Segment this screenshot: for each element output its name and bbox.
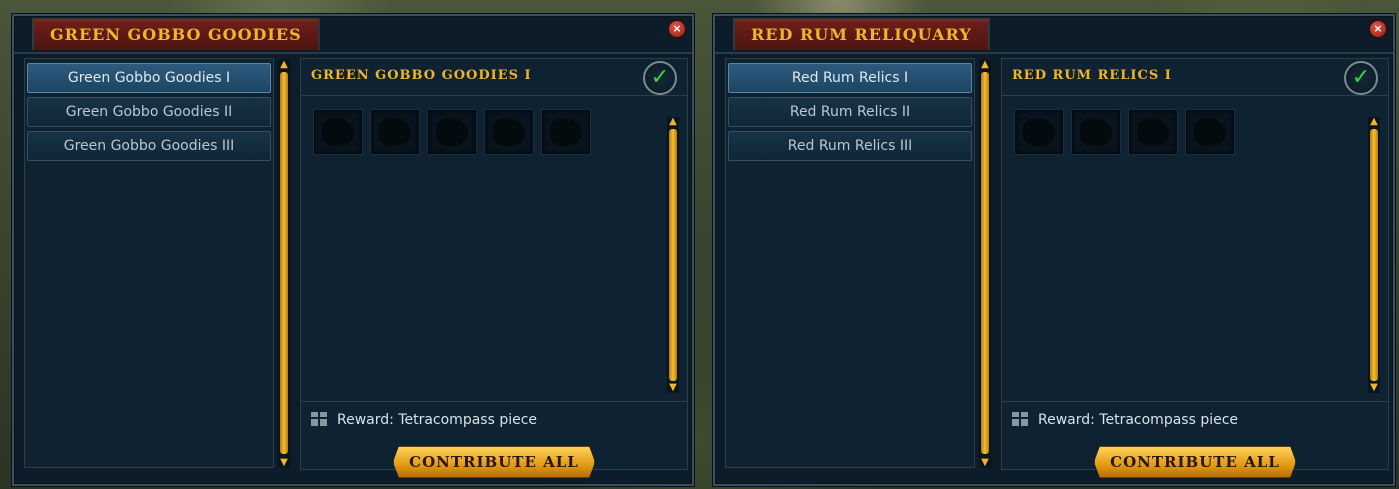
section-title: GREEN GOBBO GOODIES I <box>311 68 532 83</box>
tab-green-gobbo-goodies-3[interactable]: Green Gobbo Goodies III <box>27 131 271 161</box>
item-silhouette-icon <box>493 118 525 146</box>
collection-detail-panel: GREEN GOBBO GOODIES I ✓ ▲ ▼ Reward: Tetr… <box>300 58 688 470</box>
scroll-up-icon[interactable]: ▲ <box>667 117 679 127</box>
item-slot[interactable] <box>484 109 534 155</box>
checkmark-icon: ✓ <box>643 61 677 95</box>
scroll-up-icon[interactable]: ▲ <box>979 60 991 70</box>
item-slot[interactable] <box>541 109 591 155</box>
reward-footer: Reward: Tetracompass piece CONTRIBUTE AL… <box>1002 401 1388 470</box>
collection-window-red-rum: RED RUM RELIQUARY × Red Rum Relics I Red… <box>713 14 1395 486</box>
item-silhouette-icon <box>1023 118 1055 146</box>
item-slot[interactable] <box>1014 109 1064 155</box>
scrollbar-thumb[interactable] <box>669 129 677 381</box>
scrollbar-thumb[interactable] <box>1370 129 1378 381</box>
item-slot[interactable] <box>313 109 363 155</box>
contribute-all-button[interactable]: CONTRIBUTE ALL <box>393 446 595 478</box>
item-grid-scrollbar[interactable]: ▲ ▼ <box>1368 117 1380 393</box>
scroll-up-icon[interactable]: ▲ <box>278 60 290 70</box>
scroll-up-icon[interactable]: ▲ <box>1368 117 1380 127</box>
window-title: RED RUM RELIQUARY <box>733 18 990 50</box>
item-slot[interactable] <box>370 109 420 155</box>
item-silhouette-icon <box>436 118 468 146</box>
detail-header: RED RUM RELICS I ✓ <box>1002 59 1388 96</box>
scrollbar-thumb[interactable] <box>280 72 288 454</box>
tab-red-rum-relics-1[interactable]: Red Rum Relics I <box>728 63 972 93</box>
reward-text: Reward: Tetracompass piece <box>1038 412 1239 428</box>
tab-red-rum-relics-2[interactable]: Red Rum Relics II <box>728 97 972 127</box>
gift-icon <box>1012 412 1028 426</box>
scrollbar-thumb[interactable] <box>981 72 989 454</box>
collection-window-green-gobbo: GREEN GOBBO GOODIES × Green Gobbo Goodie… <box>12 14 694 486</box>
reward-text: Reward: Tetracompass piece <box>337 412 538 428</box>
collection-detail-panel: RED RUM RELICS I ✓ ▲ ▼ Reward: Tetracomp… <box>1001 58 1389 470</box>
item-slot[interactable] <box>427 109 477 155</box>
scroll-down-icon[interactable]: ▼ <box>667 383 679 393</box>
item-silhouette-icon <box>550 118 582 146</box>
item-silhouette-icon <box>379 118 411 146</box>
close-icon[interactable]: × <box>668 20 686 38</box>
reward-row: Reward: Tetracompass piece <box>1012 412 1238 428</box>
tab-list-scrollbar[interactable]: ▲ ▼ <box>979 60 991 468</box>
detail-header: GREEN GOBBO GOODIES I ✓ <box>301 59 687 96</box>
item-silhouette-icon <box>1194 118 1226 146</box>
item-silhouette-icon <box>322 118 354 146</box>
tab-red-rum-relics-3[interactable]: Red Rum Relics III <box>728 131 972 161</box>
reward-row: Reward: Tetracompass piece <box>311 412 537 428</box>
item-silhouette-icon <box>1080 118 1112 146</box>
scroll-down-icon[interactable]: ▼ <box>979 458 991 468</box>
contribute-all-button[interactable]: CONTRIBUTE ALL <box>1094 446 1296 478</box>
collection-tab-list: Red Rum Relics I Red Rum Relics II Red R… <box>725 58 975 468</box>
window-title: GREEN GOBBO GOODIES <box>32 18 320 50</box>
close-icon[interactable]: × <box>1369 20 1387 38</box>
item-grid-scrollbar[interactable]: ▲ ▼ <box>667 117 679 393</box>
checkmark-icon: ✓ <box>1344 61 1378 95</box>
gift-icon <box>311 412 327 426</box>
collection-tab-list: Green Gobbo Goodies I Green Gobbo Goodie… <box>24 58 274 468</box>
item-slot[interactable] <box>1071 109 1121 155</box>
reward-footer: Reward: Tetracompass piece CONTRIBUTE AL… <box>301 401 687 470</box>
tab-green-gobbo-goodies-1[interactable]: Green Gobbo Goodies I <box>27 63 271 93</box>
item-slot[interactable] <box>1128 109 1178 155</box>
tab-green-gobbo-goodies-2[interactable]: Green Gobbo Goodies II <box>27 97 271 127</box>
section-title: RED RUM RELICS I <box>1012 68 1172 83</box>
item-silhouette-icon <box>1137 118 1169 146</box>
scroll-down-icon[interactable]: ▼ <box>278 458 290 468</box>
tab-list-scrollbar[interactable]: ▲ ▼ <box>278 60 290 468</box>
item-slot[interactable] <box>1185 109 1235 155</box>
scroll-down-icon[interactable]: ▼ <box>1368 383 1380 393</box>
